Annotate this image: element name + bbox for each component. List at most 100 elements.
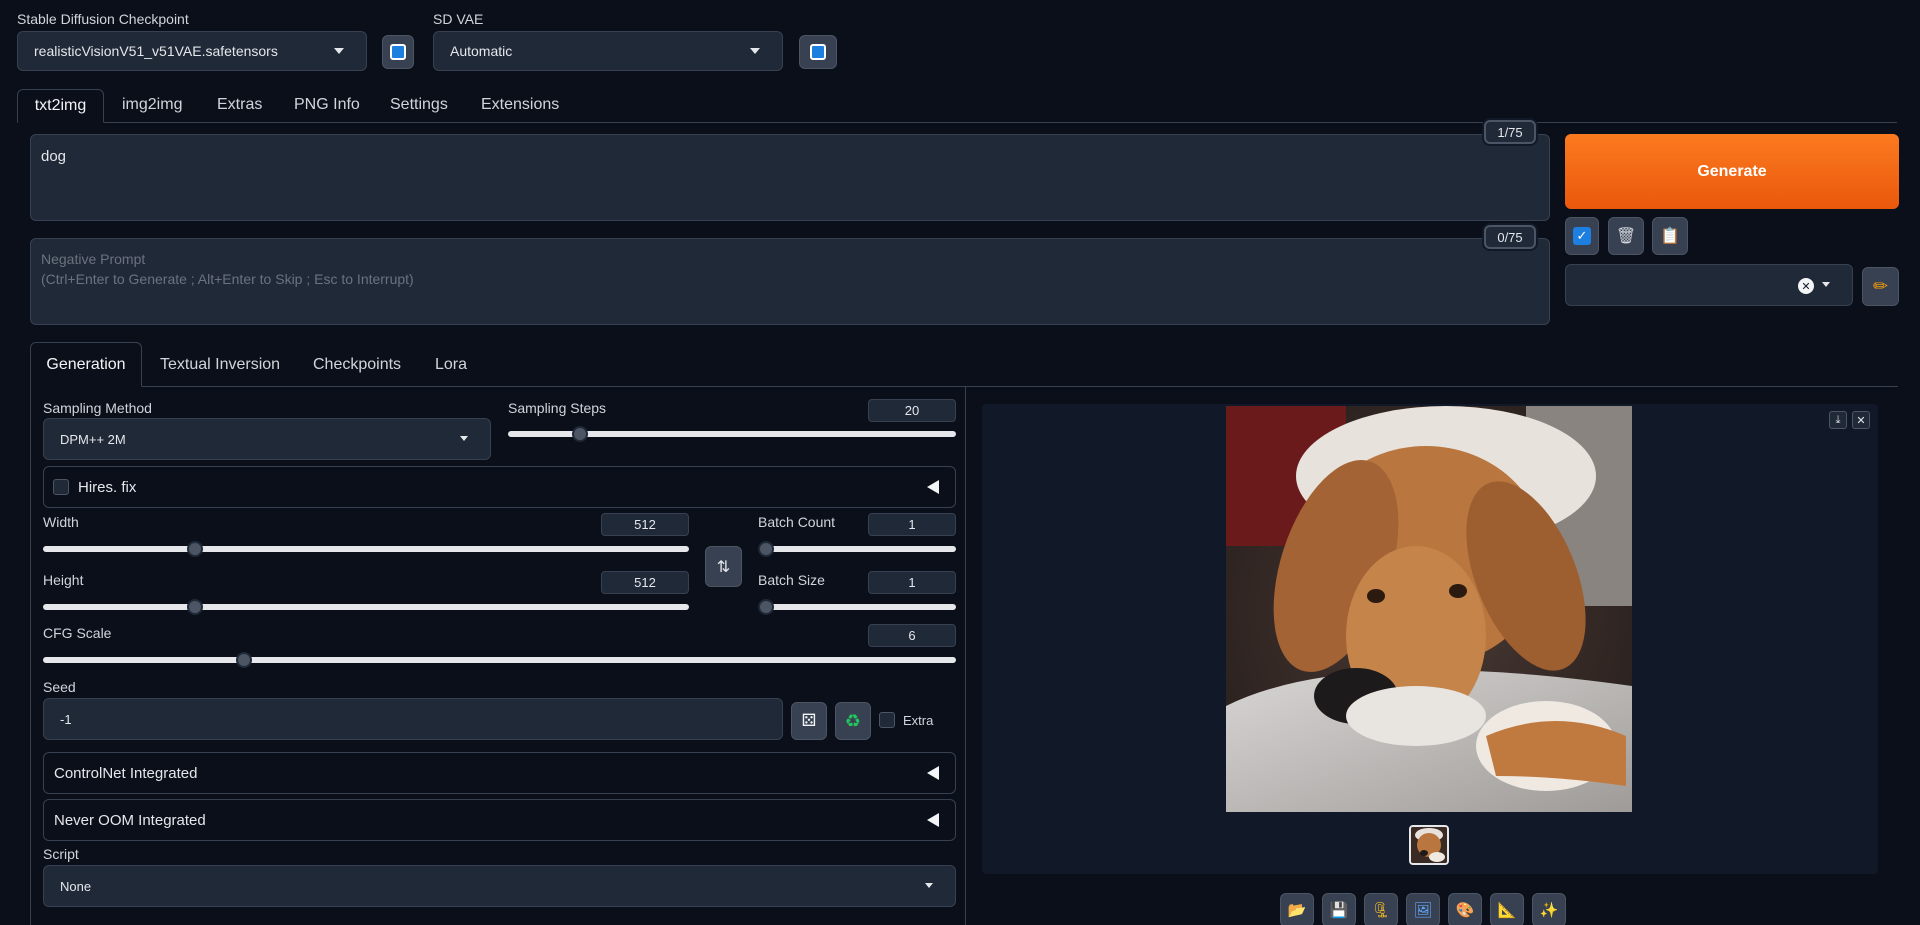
tab-txt2img[interactable]: txt2img: [17, 89, 104, 123]
extra-label: Extra: [903, 713, 934, 728]
batch-size-slider[interactable]: [758, 599, 956, 615]
refresh-icon: [390, 44, 406, 60]
tab-lora[interactable]: Lora: [435, 356, 467, 374]
cfg-scale-input[interactable]: 6: [868, 624, 956, 647]
sparkle-icon: ✨: [1539, 902, 1559, 919]
cfg-scale-slider[interactable]: [43, 652, 956, 668]
checkpoint-dropdown[interactable]: realisticVisionV51_v51VAE.safetensors: [17, 31, 367, 71]
collapse-arrow-icon: [927, 480, 939, 494]
sampling-steps-slider[interactable]: [508, 426, 956, 442]
tab-extras[interactable]: Extras: [217, 96, 262, 114]
pencil-icon: ✏: [1872, 276, 1889, 296]
folder-icon: 📂: [1287, 902, 1307, 919]
apply-styles-button[interactable]: ✓: [1565, 217, 1599, 255]
ruler-icon: 📐: [1497, 902, 1517, 919]
refresh-vae-button[interactable]: [799, 35, 837, 69]
dog-image-icon: [1226, 406, 1632, 812]
paste-button[interactable]: 📋: [1652, 217, 1688, 255]
hires-fix-label: Hires. fix: [78, 478, 137, 496]
save-button[interactable]: 💾: [1322, 893, 1356, 925]
vae-value: Automatic: [450, 43, 513, 59]
send-to-inpaint-button[interactable]: 🎨: [1448, 893, 1482, 925]
styles-dropdown[interactable]: ✕: [1565, 264, 1853, 306]
script-label: Script: [43, 846, 79, 862]
tab-textual-inversion[interactable]: Textual Inversion: [160, 356, 280, 374]
never-oom-accordion[interactable]: Never OOM Integrated: [43, 799, 956, 841]
close-icon[interactable]: ✕: [1798, 278, 1814, 294]
never-oom-label: Never OOM Integrated: [54, 811, 206, 829]
chevron-down-icon: [750, 48, 760, 54]
height-label: Height: [43, 572, 84, 588]
main-tabbar-line: [17, 122, 1897, 123]
batch-count-input[interactable]: 1: [868, 513, 956, 536]
swap-dimensions-button[interactable]: ⇅: [705, 546, 742, 587]
close-icon: ✕: [1856, 414, 1866, 427]
recycle-icon: ♻: [844, 710, 862, 731]
gallery-thumbnail[interactable]: [1409, 825, 1449, 865]
open-folder-button[interactable]: 📂: [1280, 893, 1314, 925]
prompt-textarea[interactable]: dog: [30, 134, 1550, 221]
tab-checkpoints[interactable]: Checkpoints: [313, 356, 401, 374]
batch-count-slider[interactable]: [758, 541, 956, 557]
tab-generation[interactable]: Generation: [30, 342, 142, 387]
script-dropdown[interactable]: None: [43, 865, 956, 907]
controlnet-accordion[interactable]: ControlNet Integrated: [43, 752, 956, 794]
extra-seed-checkbox[interactable]: [879, 712, 895, 728]
sampling-steps-input[interactable]: 20: [868, 399, 956, 422]
collapse-arrow-icon: [927, 766, 939, 780]
tab-img2img[interactable]: img2img: [122, 96, 182, 114]
chevron-down-icon: [334, 48, 344, 54]
send-to-img2img-button[interactable]: 🖼: [1406, 893, 1440, 925]
batch-size-input[interactable]: 1: [868, 571, 956, 594]
tab-png-info[interactable]: PNG Info: [294, 96, 360, 114]
sampling-method-label: Sampling Method: [43, 400, 152, 416]
edit-styles-button[interactable]: ✏: [1862, 267, 1899, 306]
tab-settings[interactable]: Settings: [390, 96, 448, 114]
generate-label: Generate: [1697, 162, 1767, 180]
height-input[interactable]: 512: [601, 571, 689, 594]
hires-fix-checkbox[interactable]: [53, 479, 69, 495]
refresh-checkpoint-button[interactable]: [382, 35, 414, 69]
zip-button[interactable]: 🗜: [1364, 893, 1398, 925]
reuse-seed-button[interactable]: ♻: [835, 702, 871, 740]
checkpoint-label: Stable Diffusion Checkpoint: [17, 11, 189, 27]
width-input[interactable]: 512: [601, 513, 689, 536]
vae-dropdown[interactable]: Automatic: [433, 31, 783, 71]
sampling-method-dropdown[interactable]: DPM++ 2M: [43, 418, 491, 460]
controlnet-label: ControlNet Integrated: [54, 764, 198, 782]
seed-input[interactable]: -1: [43, 698, 783, 740]
width-slider[interactable]: [43, 541, 689, 557]
slider-thumb[interactable]: [235, 652, 252, 668]
swap-icon: ⇅: [716, 558, 731, 576]
width-label: Width: [43, 514, 79, 530]
clear-prompt-button[interactable]: 🗑: [1608, 217, 1644, 255]
hires-fix-accordion[interactable]: Hires. fix: [43, 466, 956, 508]
height-slider[interactable]: [43, 599, 689, 615]
slider-thumb[interactable]: [758, 599, 774, 615]
thumbnail-image-icon: [1411, 827, 1447, 863]
download-button[interactable]: ⤓: [1829, 411, 1847, 429]
negative-prompt-token-counter: 0/75: [1484, 225, 1536, 249]
refresh-icon: [810, 44, 826, 60]
slider-thumb[interactable]: [758, 541, 774, 557]
generated-image[interactable]: [1226, 406, 1632, 812]
random-seed-button[interactable]: ⚄: [791, 702, 827, 740]
tab-extensions[interactable]: Extensions: [481, 96, 559, 114]
script-value: None: [60, 878, 92, 894]
sampling-steps-label: Sampling Steps: [508, 400, 607, 416]
batch-size-label: Batch Size: [758, 572, 825, 588]
chevron-down-icon: [925, 883, 933, 888]
generate-button[interactable]: Generate: [1565, 134, 1899, 209]
dice-icon: ⚄: [801, 711, 817, 730]
checkbox-icon: ✓: [1573, 227, 1591, 245]
clipboard-icon: 📋: [1660, 228, 1680, 245]
trash-icon: 🗑: [1615, 228, 1637, 245]
send-to-extras-button[interactable]: 📐: [1490, 893, 1524, 925]
negative-prompt-textarea[interactable]: Negative Prompt (Ctrl+Enter to Generate …: [30, 238, 1550, 325]
close-image-button[interactable]: ✕: [1852, 411, 1870, 429]
chevron-down-icon: [460, 436, 468, 441]
upscale-button[interactable]: ✨: [1532, 893, 1566, 925]
download-icon: ⤓: [1835, 413, 1841, 426]
negative-prompt-placeholder-line1: Negative Prompt: [41, 251, 146, 267]
slider-thumb[interactable]: [571, 426, 588, 442]
